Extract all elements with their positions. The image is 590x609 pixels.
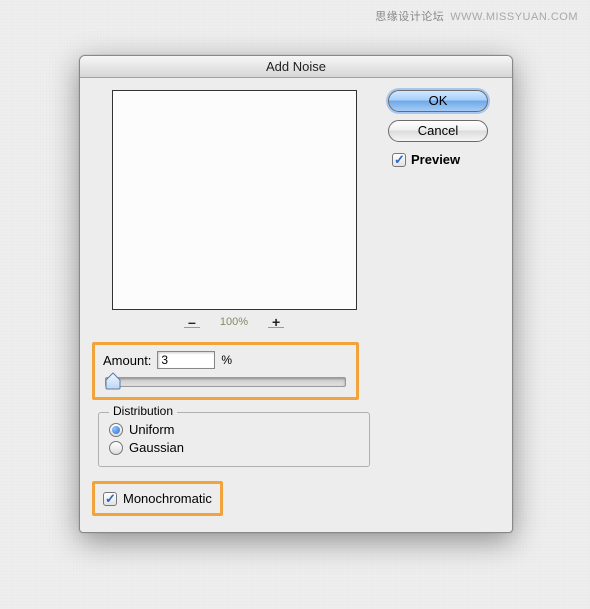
amount-input[interactable]	[157, 351, 215, 369]
preview-option[interactable]: Preview	[392, 152, 498, 167]
amount-group-highlight: Amount: %	[92, 342, 359, 400]
monochromatic-label: Monochromatic	[123, 491, 212, 506]
zoom-out-button[interactable]: –	[184, 317, 200, 328]
uniform-label: Uniform	[129, 422, 175, 437]
monochromatic-checkbox[interactable]	[103, 492, 117, 506]
watermark: 思缘设计论坛WWW.MISSYUAN.COM	[375, 8, 578, 24]
amount-unit: %	[221, 353, 232, 367]
distribution-group: Distribution Uniform Gaussian	[98, 412, 370, 467]
amount-slider-thumb[interactable]	[105, 372, 121, 390]
monochromatic-option[interactable]: Monochromatic	[103, 491, 212, 506]
gaussian-option[interactable]: Gaussian	[109, 440, 359, 455]
uniform-radio[interactable]	[109, 423, 123, 437]
uniform-option[interactable]: Uniform	[109, 422, 359, 437]
dialog-title: Add Noise	[80, 56, 512, 78]
distribution-legend: Distribution	[109, 404, 177, 418]
cancel-button[interactable]: Cancel	[388, 120, 488, 142]
add-noise-dialog: Add Noise – 100% + Amount: %	[79, 55, 513, 533]
amount-label: Amount:	[103, 353, 151, 368]
zoom-level: 100%	[220, 316, 248, 328]
noise-preview-area	[112, 90, 357, 310]
zoom-in-button[interactable]: +	[268, 317, 284, 328]
preview-checkbox[interactable]	[392, 153, 406, 167]
preview-label: Preview	[411, 152, 460, 167]
monochromatic-highlight: Monochromatic	[92, 481, 223, 516]
amount-slider[interactable]	[105, 377, 346, 387]
ok-button[interactable]: OK	[388, 90, 488, 112]
gaussian-radio[interactable]	[109, 441, 123, 455]
gaussian-label: Gaussian	[129, 440, 184, 455]
